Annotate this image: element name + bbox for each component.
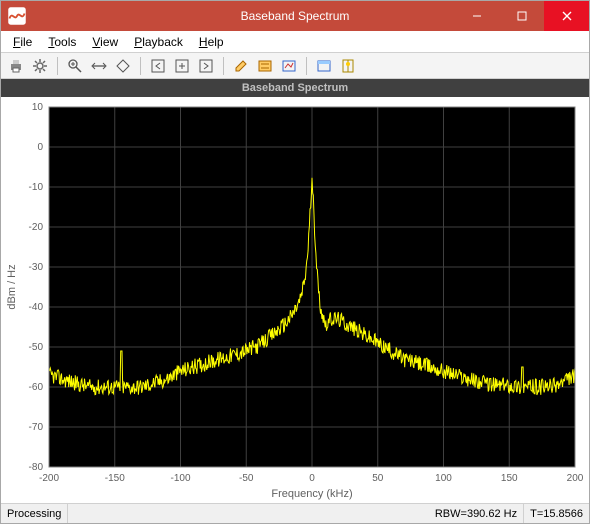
svg-text:100: 100 <box>435 473 452 484</box>
settings-icon[interactable] <box>29 55 51 77</box>
menu-file[interactable]: File <box>7 33 38 51</box>
svg-text:-70: -70 <box>29 422 44 433</box>
zoom-x-icon[interactable] <box>88 55 110 77</box>
close-button[interactable] <box>544 1 589 31</box>
svg-text:-60: -60 <box>29 382 44 393</box>
menu-help[interactable]: Help <box>193 33 230 51</box>
menu-playback[interactable]: Playback <box>128 33 189 51</box>
plot-area: Baseband Spectrum -200-150-100-500501001… <box>1 79 589 503</box>
svg-text:-10: -10 <box>29 182 44 193</box>
window-icon[interactable] <box>313 55 335 77</box>
svg-text:150: 150 <box>501 473 518 484</box>
app-icon <box>7 6 27 26</box>
fit-right-icon[interactable] <box>195 55 217 77</box>
statusbar: Processing RBW=390.62 Hz T=15.8566 <box>1 503 589 523</box>
status-rbw: RBW=390.62 Hz <box>429 504 524 523</box>
fit-all-icon[interactable] <box>171 55 193 77</box>
fit-left-icon[interactable] <box>147 55 169 77</box>
svg-text:-50: -50 <box>239 473 254 484</box>
svg-text:0: 0 <box>309 473 315 484</box>
svg-text:-150: -150 <box>105 473 125 484</box>
svg-text:-50: -50 <box>29 342 44 353</box>
pan-icon[interactable] <box>112 55 134 77</box>
cursor-icon[interactable] <box>278 55 300 77</box>
svg-text:200: 200 <box>567 473 584 484</box>
titlebar: Baseband Spectrum <box>1 1 589 31</box>
maximize-button[interactable] <box>499 1 544 31</box>
svg-text:-80: -80 <box>29 462 44 473</box>
plot-title: Baseband Spectrum <box>1 79 589 97</box>
svg-text:-40: -40 <box>29 302 44 313</box>
svg-text:-200: -200 <box>39 473 59 484</box>
spectrum-chart[interactable]: -200-150-100-50050100150200-80-70-60-50-… <box>1 97 589 503</box>
toolbar <box>1 53 589 79</box>
svg-text:-30: -30 <box>29 262 44 273</box>
svg-text:-100: -100 <box>170 473 190 484</box>
menu-tools[interactable]: Tools <box>42 33 82 51</box>
minimize-button[interactable] <box>454 1 499 31</box>
svg-text:Frequency (kHz): Frequency (kHz) <box>271 488 352 500</box>
legend-icon[interactable] <box>254 55 276 77</box>
status-left: Processing <box>1 504 68 523</box>
print-icon[interactable] <box>5 55 27 77</box>
status-time: T=15.8566 <box>524 504 589 523</box>
svg-text:0: 0 <box>37 142 43 153</box>
svg-text:50: 50 <box>372 473 384 484</box>
marker-icon[interactable] <box>337 55 359 77</box>
menu-view[interactable]: View <box>86 33 124 51</box>
zoom-in-icon[interactable] <box>64 55 86 77</box>
menubar: FileToolsViewPlaybackHelp <box>1 31 589 53</box>
svg-text:-20: -20 <box>29 222 44 233</box>
svg-text:dBm / Hz: dBm / Hz <box>6 264 18 309</box>
edit-icon[interactable] <box>230 55 252 77</box>
svg-text:10: 10 <box>32 102 44 113</box>
